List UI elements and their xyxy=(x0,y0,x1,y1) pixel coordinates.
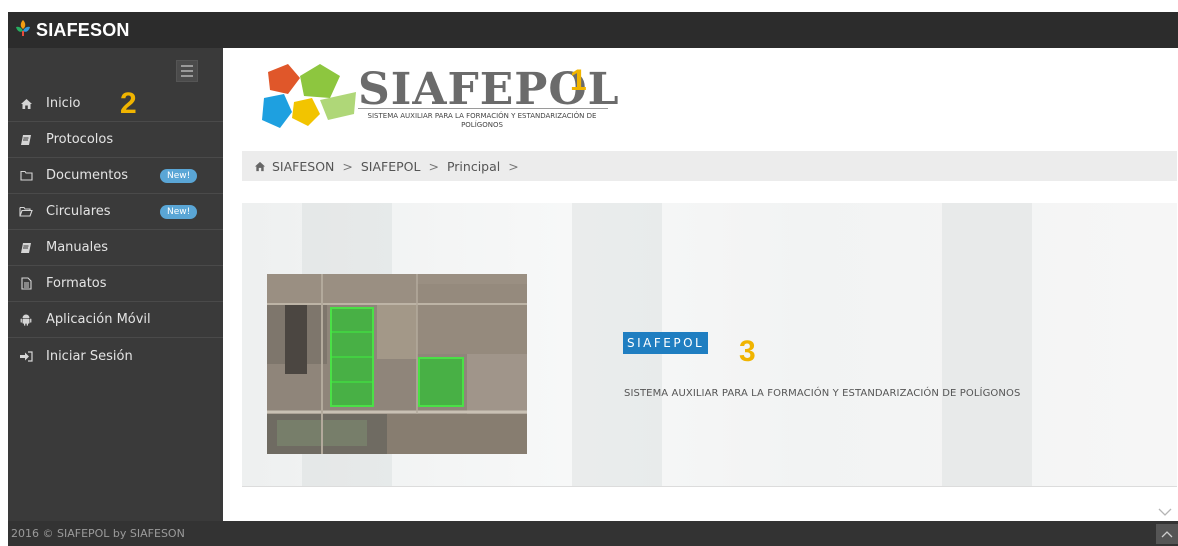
sidebar-item-iniciar-sesion[interactable]: Iniciar Sesión xyxy=(8,338,223,374)
annotation-marker-2: 2 xyxy=(120,87,137,120)
hamburger-line xyxy=(181,65,193,67)
breadcrumb-separator: > xyxy=(508,158,519,174)
breadcrumb-item-principal[interactable]: Principal xyxy=(447,159,500,174)
sidebar-item-label: Formatos xyxy=(46,276,107,291)
android-icon xyxy=(18,313,34,326)
breadcrumb: SIAFESON > SIAFEPOL > Principal > xyxy=(242,151,1177,181)
breadcrumb-separator: > xyxy=(428,158,439,174)
new-badge: New! xyxy=(160,205,198,219)
field-polygon xyxy=(418,357,464,407)
siafeson-logo-icon xyxy=(14,19,32,41)
hamburger-line xyxy=(181,75,193,77)
siafepol-logo-icon xyxy=(262,64,356,128)
annotation-marker-1: 1 xyxy=(570,64,587,97)
book-icon xyxy=(18,242,34,254)
hamburger-line xyxy=(181,70,193,72)
sidebar-item-label: Documentos xyxy=(46,168,129,183)
sidebar-item-documentos[interactable]: Documentos New! xyxy=(8,158,223,194)
hero-tag: SIAFEPOL xyxy=(623,332,709,354)
new-badge: New! xyxy=(160,169,198,183)
logo-divider xyxy=(358,108,608,109)
home-icon xyxy=(18,98,34,110)
hero-background-stripe xyxy=(942,203,1032,486)
brand[interactable]: SIAFESON xyxy=(14,12,130,48)
folder-open-icon xyxy=(18,206,34,217)
app-title: SIAFESON xyxy=(36,19,130,40)
logo-subtitle: SISTEMA AUXILIAR PARA LA FORMACIÓN Y EST… xyxy=(367,112,597,129)
breadcrumb-separator: > xyxy=(342,158,353,174)
footer-copyright: 2016 © SIAFEPOL by SIAFESON xyxy=(11,527,185,540)
sidebar-item-circulares[interactable]: Circulares New! xyxy=(8,194,223,230)
sidebar-item-label: Circulares xyxy=(46,204,111,219)
hero-description: SISTEMA AUXILIAR PARA LA FORMACIÓN Y EST… xyxy=(624,388,1021,399)
sidebar: Inicio Protocolos Documentos New! Circul… xyxy=(8,48,223,521)
sidebar-item-formatos[interactable]: Formatos xyxy=(8,266,223,302)
chevron-up-icon xyxy=(1161,530,1173,538)
sidebar-item-protocolos[interactable]: Protocolos xyxy=(8,122,223,158)
home-icon xyxy=(254,161,266,172)
satellite-field-image xyxy=(267,274,527,454)
top-bar: SIAFESON xyxy=(8,12,1178,48)
siafepol-logo: SIAFEPOL SISTEMA AUXILIAR PARA LA FORMAC… xyxy=(258,62,619,138)
sidebar-item-label: Aplicación Móvil xyxy=(46,312,151,327)
footer: 2016 © SIAFEPOL by SIAFESON xyxy=(8,521,1178,546)
chevron-down-icon[interactable] xyxy=(1157,503,1173,516)
breadcrumb-item-siafepol[interactable]: SIAFEPOL xyxy=(361,159,421,174)
sidebar-item-label: Iniciar Sesión xyxy=(46,348,133,364)
sidebar-item-label: Protocolos xyxy=(46,132,114,147)
sidebar-item-aplicacion-movil[interactable]: Aplicación Móvil xyxy=(8,302,223,338)
sign-in-icon xyxy=(18,350,34,362)
scroll-top-button[interactable] xyxy=(1156,524,1178,544)
breadcrumb-item-siafeson[interactable]: SIAFESON xyxy=(272,159,334,174)
sidebar-item-label: Manuales xyxy=(46,240,109,255)
hero-divider xyxy=(242,486,1177,487)
file-text-icon xyxy=(18,277,34,290)
sidebar-nav: Inicio Protocolos Documentos New! Circul… xyxy=(8,86,223,374)
sidebar-toggle-button[interactable] xyxy=(176,60,198,82)
sidebar-item-label: Inicio xyxy=(46,96,81,111)
folder-icon xyxy=(18,170,34,181)
hero-banner: SIAFEPOL 3 SISTEMA AUXILIAR PARA LA FORM… xyxy=(242,203,1177,486)
sidebar-item-inicio[interactable]: Inicio xyxy=(8,86,223,122)
page: SIAFESON Inicio Protocolos Documentos Ne… xyxy=(0,0,1178,546)
book-icon xyxy=(18,134,34,146)
sidebar-item-manuales[interactable]: Manuales xyxy=(8,230,223,266)
annotation-marker-3: 3 xyxy=(739,335,756,368)
